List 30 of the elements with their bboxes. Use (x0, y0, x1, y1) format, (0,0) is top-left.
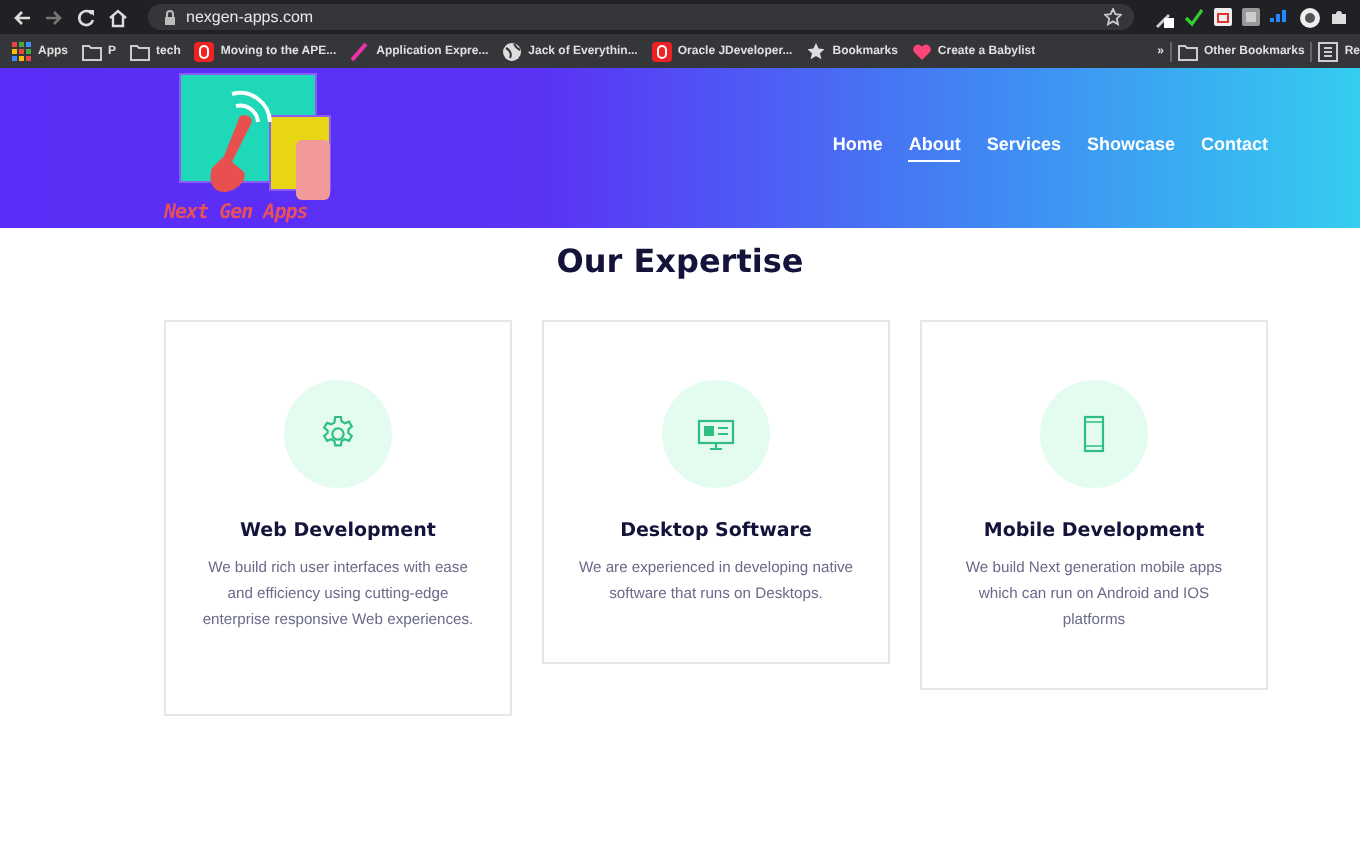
heart-icon (911, 41, 932, 61)
monitor-icon (696, 414, 736, 454)
lock-icon (164, 9, 176, 25)
globe-icon (502, 41, 523, 61)
logo-text: Next Gen Apps (164, 202, 308, 224)
o-logo-icon (651, 41, 672, 61)
home-icon[interactable] (108, 7, 128, 27)
star-icon[interactable] (1104, 8, 1122, 26)
nav-link[interactable]: About (908, 134, 961, 162)
folder-icon (1177, 41, 1198, 61)
signal-icon[interactable] (1270, 8, 1290, 26)
folder-icon (130, 41, 151, 61)
url-text: nexgen-apps.com (186, 8, 316, 26)
apps-icon (12, 41, 32, 61)
star-icon (806, 41, 827, 61)
checkmark-icon[interactable] (1184, 7, 1204, 27)
reload-icon[interactable] (76, 7, 96, 27)
card-title: Desktop Software (620, 520, 812, 542)
feather-icon (350, 41, 371, 61)
card-title: Web Development (240, 520, 436, 542)
forward-icon[interactable] (44, 7, 64, 27)
list-icon (1318, 41, 1339, 61)
address-bar[interactable]: nexgen-apps.com (148, 4, 1134, 30)
folder-icon (82, 41, 102, 61)
profile-icon[interactable] (1300, 7, 1320, 27)
o-logo-icon (194, 41, 215, 61)
nav-link[interactable]: Home (832, 134, 883, 162)
section-heading: Our Expertise (554, 242, 806, 280)
card-title: Mobile Development (983, 520, 1205, 542)
back-icon[interactable] (12, 7, 32, 27)
